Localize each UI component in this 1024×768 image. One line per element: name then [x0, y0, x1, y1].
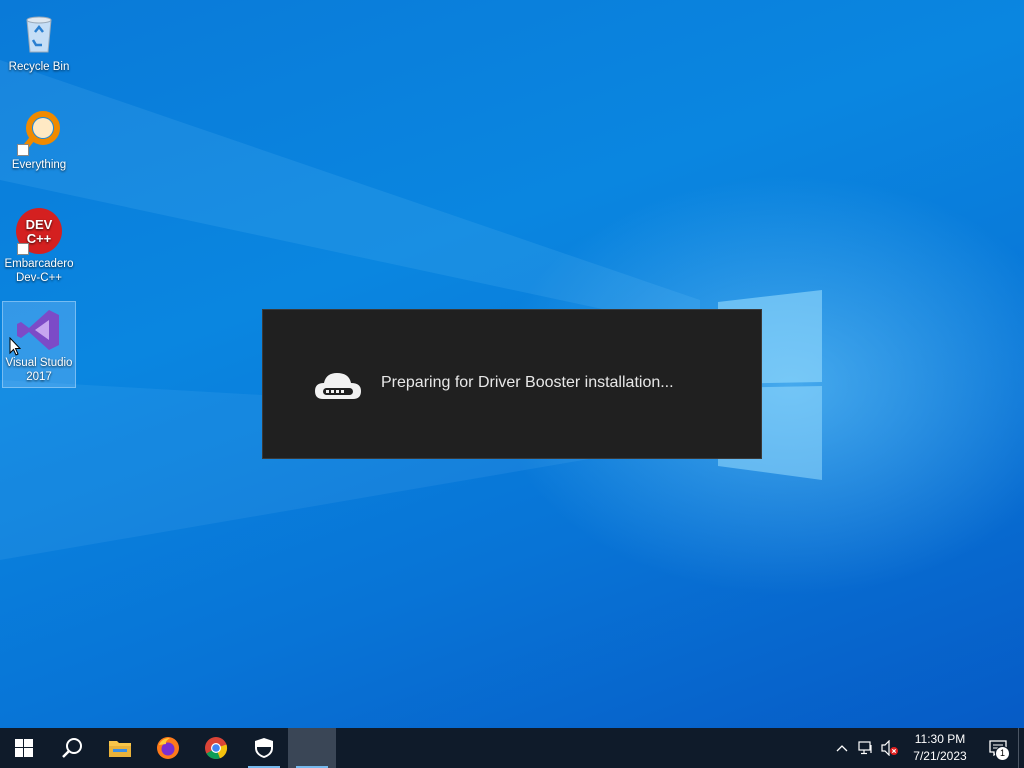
- taskbar-file-explorer[interactable]: [96, 728, 144, 768]
- start-button[interactable]: [0, 728, 48, 768]
- desktop-icon-label: Embarcadero Dev-C++: [4, 258, 74, 284]
- action-center-button[interactable]: 1: [978, 728, 1018, 768]
- desktop-icon-everything[interactable]: Everything: [3, 104, 75, 175]
- svg-text:DEV: DEV: [26, 217, 53, 232]
- dialog-message: Preparing for Driver Booster installatio…: [381, 374, 674, 391]
- file-explorer-icon: [109, 741, 131, 757]
- desktop-icon-recycle-bin[interactable]: Recycle Bin: [3, 6, 75, 77]
- search-button[interactable]: [48, 728, 96, 768]
- taskbar: 11:30 PM 7/21/2023 1: [0, 728, 1024, 768]
- desktop-icon-label: Recycle Bin: [8, 61, 70, 73]
- search-icon: [62, 738, 82, 758]
- everything-search-icon: [15, 108, 63, 156]
- taskbar-driver-booster[interactable]: [288, 728, 336, 768]
- cloud-progress-icon: [315, 373, 361, 399]
- desktop-icon-label: Everything: [11, 159, 67, 171]
- desktop-icon-label: Visual Studio 2017: [5, 357, 73, 383]
- chevron-up-icon: [836, 745, 848, 752]
- show-hidden-icons-button[interactable]: [830, 728, 854, 768]
- volume-button[interactable]: [878, 728, 902, 768]
- driver-booster-preparing-dialog: Preparing for Driver Booster installatio…: [262, 309, 762, 459]
- visual-studio-icon: [15, 306, 63, 354]
- shortcut-arrow-icon: [17, 144, 29, 156]
- taskbar-windows-security[interactable]: [240, 728, 288, 768]
- chrome-icon: [205, 737, 228, 760]
- clock-date: 7/21/2023: [913, 749, 967, 763]
- taskbar-firefox[interactable]: [144, 728, 192, 768]
- shortcut-arrow-icon: [17, 243, 29, 255]
- taskbar-chrome[interactable]: [192, 728, 240, 768]
- show-desktop-button[interactable]: [1018, 728, 1024, 768]
- mouse-cursor-icon: [9, 337, 21, 356]
- system-tray: 11:30 PM 7/21/2023 1: [830, 728, 1024, 768]
- svg-text:C++: C++: [27, 231, 52, 246]
- firefox-icon: [157, 737, 179, 759]
- dev-cpp-icon: DEV C++: [15, 207, 63, 255]
- recycle-bin-icon: [15, 10, 63, 58]
- network-icon: [858, 741, 872, 755]
- start-icon: [15, 739, 33, 757]
- security-shield-icon: [255, 738, 273, 758]
- network-button[interactable]: [854, 728, 878, 768]
- clock-time: 11:30 PM: [914, 732, 966, 746]
- notification-count-badge: 1: [995, 746, 1010, 761]
- taskbar-clock[interactable]: 11:30 PM 7/21/2023: [902, 731, 978, 765]
- desktop-icon-dev-cpp[interactable]: DEV C++ Embarcadero Dev-C++: [3, 203, 75, 288]
- volume-muted-icon: [881, 740, 898, 756]
